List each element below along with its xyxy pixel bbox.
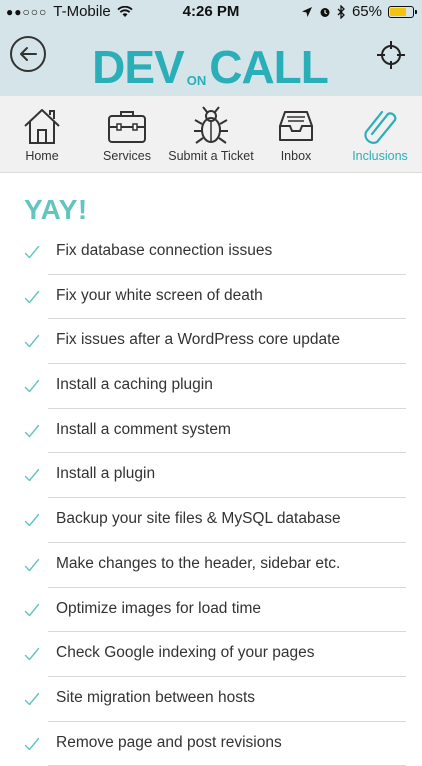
tab-inbox[interactable]: Inbox <box>256 96 336 172</box>
arrow-left-icon <box>20 47 37 61</box>
tab-label: Inbox <box>280 149 312 163</box>
list-item: Remove page and post revisions <box>0 722 422 766</box>
back-button[interactable] <box>10 36 46 72</box>
list-item-text: Optimize images for load time <box>56 599 262 617</box>
inclusion-list: Fix database connection issues Fix your w… <box>0 230 422 766</box>
briefcase-icon <box>108 111 146 143</box>
list-item: Fix issues after a WordPress core update <box>0 319 422 365</box>
alarm-icon <box>320 7 330 17</box>
crosshair-icon[interactable] <box>376 40 406 70</box>
list-item: Optimize images for load time <box>0 588 422 633</box>
list-item: Fix your white screen of death <box>0 275 422 320</box>
tab-inclusions[interactable]: Inclusions <box>340 96 420 172</box>
dev-on-call-logo: DEV ON CALL <box>92 30 329 90</box>
home-icon <box>24 109 60 144</box>
inclusions-content: YAY! Fix database connection issues Fix y… <box>0 172 422 766</box>
check-icon <box>24 558 40 572</box>
tab-home[interactable]: Home <box>2 96 82 172</box>
list-item: Fix database connection issues <box>0 230 422 275</box>
check-icon <box>24 469 40 482</box>
logo-text-on: ON <box>186 73 207 88</box>
check-icon <box>24 603 40 616</box>
check-icon <box>24 513 40 527</box>
list-item: Make changes to the header, sidebar etc. <box>0 543 422 588</box>
check-icon <box>24 379 40 393</box>
list-item-text: Remove page and post revisions <box>56 733 282 751</box>
paperclip-icon <box>364 110 397 144</box>
inbox-icon <box>279 111 313 141</box>
list-item: Check Google indexing of your pages <box>0 632 422 677</box>
list-item-text: Fix your white screen of death <box>56 286 263 304</box>
bluetooth-icon <box>337 4 345 19</box>
check-icon <box>24 424 40 437</box>
battery-percent: 65% <box>351 3 382 20</box>
check-icon <box>24 692 40 706</box>
tab-label: Inclusions <box>352 149 408 163</box>
list-item-text: Install a plugin <box>56 465 156 483</box>
list-item-text: Backup your site files & MySQL database <box>56 510 341 528</box>
list-item: Install a caching plugin <box>0 364 422 409</box>
tab-bar: Home Services Submit a Ticket Inbox Incl… <box>0 96 422 173</box>
status-bar: ●●○○○ T-Mobile 4:26 PM 65% <box>0 0 422 24</box>
tab-label: Home <box>25 149 59 163</box>
list-item: Install a comment system <box>0 409 422 454</box>
tab-services[interactable]: Services <box>86 96 168 172</box>
list-item-text: Install a caching plugin <box>56 376 213 394</box>
check-icon <box>24 335 40 348</box>
list-item-text: Fix issues after a WordPress core update <box>56 331 341 349</box>
location-arrow-icon <box>301 6 312 17</box>
logo-text-call: CALL <box>209 41 329 93</box>
app-header: DEV ON CALL <box>0 24 422 96</box>
logo-text-dev: DEV <box>92 41 185 93</box>
check-icon <box>24 290 40 303</box>
list-item-text: Check Google indexing of your pages <box>56 644 315 662</box>
list-item-text: Make changes to the header, sidebar etc. <box>56 554 341 572</box>
tab-submit-a-ticket[interactable]: Submit a Ticket <box>168 96 254 172</box>
list-item-text: Install a comment system <box>56 420 231 438</box>
status-right: 65% <box>301 3 417 20</box>
check-icon <box>24 737 40 750</box>
tab-label: Services <box>103 149 151 163</box>
list-item: Backup your site files & MySQL database <box>0 498 422 543</box>
tab-label: Submit a Ticket <box>168 149 254 163</box>
battery-icon <box>388 5 417 18</box>
check-icon <box>24 245 40 259</box>
list-item: Install a plugin <box>0 453 422 499</box>
list-item: Site migration between hosts <box>0 677 422 722</box>
list-item-text: Site migration between hosts <box>56 688 256 706</box>
list-item-text: Fix database connection issues <box>56 242 273 259</box>
page-heading: YAY! <box>24 194 88 225</box>
check-icon <box>24 647 40 661</box>
bug-icon <box>194 106 228 144</box>
